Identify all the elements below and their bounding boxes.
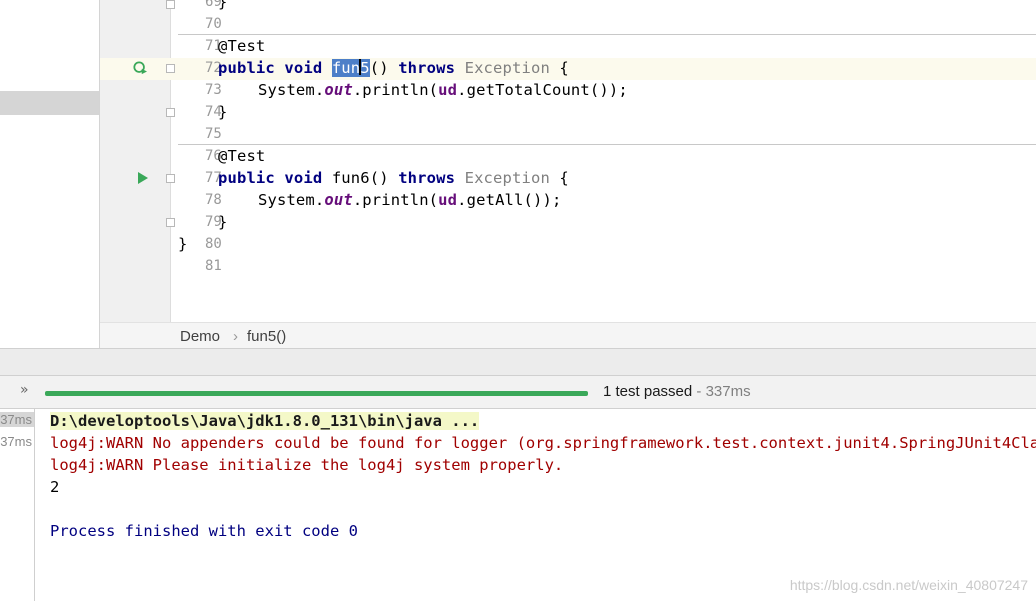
line-number: 78 bbox=[205, 192, 222, 208]
class-exception: Exception bbox=[464, 169, 550, 187]
line-number: 81 bbox=[205, 258, 222, 274]
fold-marker-icon[interactable] bbox=[166, 64, 175, 73]
console-exit-line: Process finished with exit code 0 bbox=[50, 522, 358, 540]
watermark: https://blog.csdn.net/weixin_40807247 bbox=[789, 577, 1028, 593]
test-status: 1 test passed - 337ms bbox=[603, 383, 751, 400]
method-separator bbox=[178, 34, 1036, 35]
annotation-test: @Test bbox=[218, 37, 266, 55]
field-ud: ud bbox=[438, 81, 458, 99]
keyword-void: void bbox=[284, 169, 323, 187]
method-separator bbox=[178, 144, 1036, 145]
code-line-77[interactable]: 77 public void fun6() throws Exception { bbox=[100, 168, 1036, 190]
keyword-public: public bbox=[218, 59, 275, 77]
code-text: System.out.println(ud.getAll()); bbox=[258, 191, 561, 209]
console-warn-line: log4j:WARN Please initialize the log4j s… bbox=[50, 456, 564, 474]
code-line-72[interactable]: 72 public void fun5() throws Exception { bbox=[100, 58, 1036, 80]
code-line-70[interactable]: 70 bbox=[100, 14, 1036, 36]
code-line-71[interactable]: 71 @Test bbox=[100, 36, 1036, 58]
fold-marker-icon[interactable] bbox=[166, 218, 175, 227]
test-tree[interactable]: 37ms 37ms bbox=[0, 409, 35, 601]
run-test-icon[interactable] bbox=[136, 171, 150, 185]
project-panel[interactable] bbox=[0, 0, 100, 348]
code-text: } bbox=[218, 103, 228, 121]
code-token: .getAll()); bbox=[457, 191, 562, 209]
console-command-text[interactable]: D:\developtools\Java\jdk1.8.0_131\bin\ja… bbox=[50, 412, 480, 430]
project-tree-selected-row[interactable] bbox=[0, 91, 99, 115]
code-text: } bbox=[218, 213, 228, 231]
line-number: 80 bbox=[205, 236, 222, 252]
annotation-test: @Test bbox=[218, 147, 266, 165]
class-exception: Exception bbox=[464, 59, 550, 77]
keyword-throws: throws bbox=[398, 169, 456, 187]
code-line-73[interactable]: 73 System.out.println(ud.getTotalCount()… bbox=[100, 80, 1036, 102]
static-field-out: out bbox=[324, 191, 353, 209]
code-text: public void fun5() throws Exception { bbox=[218, 59, 569, 77]
code-text: System.out.println(ud.getTotalCount()); bbox=[258, 81, 628, 99]
console-output-line: 2 bbox=[50, 478, 60, 496]
parens: () bbox=[369, 59, 389, 77]
code-token: .getTotalCount()); bbox=[457, 81, 628, 99]
breadcrumb-method[interactable]: fun5() bbox=[247, 328, 286, 345]
fold-marker-icon[interactable] bbox=[166, 0, 175, 9]
code-line-74[interactable]: 74 } bbox=[100, 102, 1036, 124]
breadcrumb-class[interactable]: Demo bbox=[180, 328, 220, 345]
run-toolbar: » 1 test passed - 337ms bbox=[0, 376, 1036, 409]
keyword-public: public bbox=[218, 169, 275, 187]
code-line-79[interactable]: 79 } bbox=[100, 212, 1036, 234]
selected-text: fun bbox=[331, 59, 361, 77]
console-warn-line: log4j:WARN No appenders could be found f… bbox=[50, 434, 1036, 452]
code-token: System. bbox=[258, 81, 325, 99]
selected-text-tail: 5 bbox=[360, 59, 370, 77]
panel-splitter[interactable] bbox=[0, 348, 1036, 376]
brace: { bbox=[559, 169, 569, 187]
expand-chevron-icon[interactable]: » bbox=[20, 382, 29, 398]
code-token: .println( bbox=[352, 191, 439, 209]
editor[interactable]: 69 } 70 71 @Test 72 public void fun5() t… bbox=[100, 0, 1036, 322]
selected-method-name[interactable]: fun5 bbox=[331, 59, 370, 77]
static-field-out: out bbox=[324, 81, 353, 99]
breadcrumb-separator-icon: › bbox=[233, 328, 238, 345]
code-text: public void fun6() throws Exception { bbox=[218, 169, 569, 187]
test-status-text: 1 test passed bbox=[603, 383, 693, 400]
test-progress-bar bbox=[45, 391, 588, 396]
code-line-69[interactable]: 69 } bbox=[100, 0, 1036, 14]
field-ud: ud bbox=[438, 191, 458, 209]
code-line-78[interactable]: 78 System.out.println(ud.getAll()); bbox=[100, 190, 1036, 212]
keyword-void: void bbox=[284, 59, 323, 77]
brace: { bbox=[559, 59, 569, 77]
code-token: .println( bbox=[352, 81, 439, 99]
test-tree-row-time[interactable]: 37ms bbox=[0, 412, 34, 427]
run-test-passed-icon[interactable] bbox=[133, 61, 147, 75]
line-number: 75 bbox=[205, 126, 222, 142]
code-line-81[interactable]: 81 bbox=[100, 256, 1036, 278]
code-line-80[interactable]: 80 } bbox=[100, 234, 1036, 256]
test-tree-row-time[interactable]: 37ms bbox=[0, 434, 32, 449]
breadcrumb: Demo › fun5() bbox=[100, 322, 1036, 348]
code-line-76[interactable]: 76 @Test bbox=[100, 146, 1036, 168]
keyword-throws: throws bbox=[398, 59, 456, 77]
line-number: 73 bbox=[205, 82, 222, 98]
line-number: 70 bbox=[205, 16, 222, 32]
test-duration: - 337ms bbox=[692, 383, 751, 400]
fold-marker-icon[interactable] bbox=[166, 174, 175, 183]
fold-marker-icon[interactable] bbox=[166, 108, 175, 117]
code-line-75[interactable]: 75 bbox=[100, 124, 1036, 146]
code-text: } bbox=[178, 235, 188, 253]
code-text: } bbox=[218, 0, 228, 11]
console-command-line[interactable]: D:\developtools\Java\jdk1.8.0_131\bin\ja… bbox=[50, 412, 480, 430]
method-name: fun6() bbox=[331, 169, 389, 187]
code-token: System. bbox=[258, 191, 325, 209]
console-output[interactable]: D:\developtools\Java\jdk1.8.0_131\bin\ja… bbox=[35, 409, 1036, 601]
